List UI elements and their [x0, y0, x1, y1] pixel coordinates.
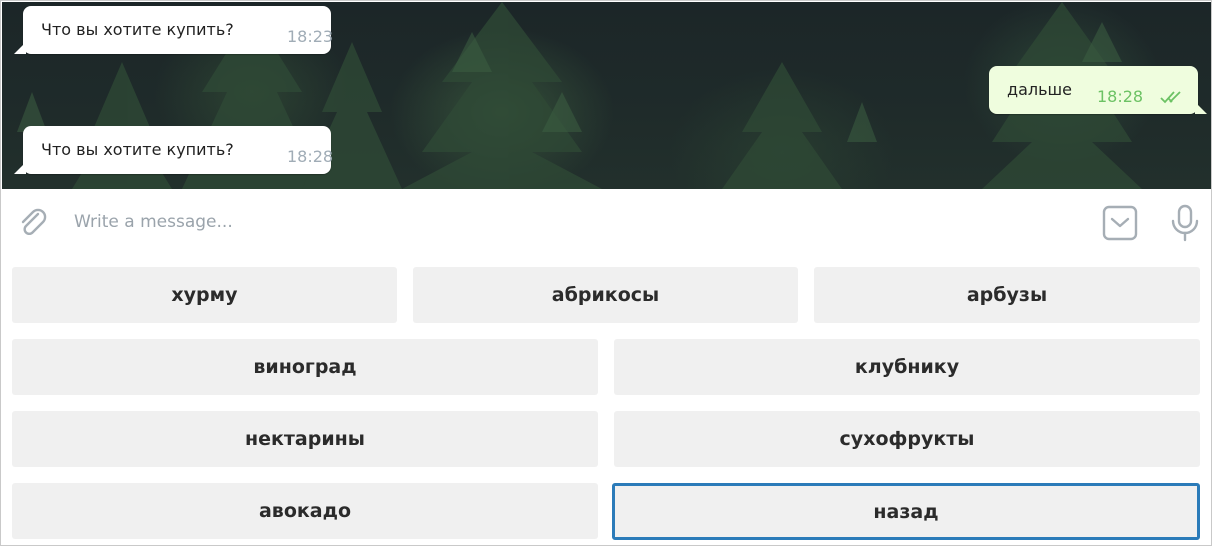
paperclip-icon[interactable] — [16, 206, 50, 240]
message-text: Что вы хотите купить? — [41, 140, 234, 159]
message-time: 18:23 — [287, 27, 334, 46]
keyboard-button[interactable]: сухофрукты — [614, 411, 1200, 467]
message-input[interactable] — [74, 207, 974, 237]
keyboard-button[interactable]: арбузы — [814, 267, 1200, 323]
bot-reply-keyboard: хурму абрикосы арбузы виноград клубнику … — [1, 257, 1211, 545]
message-bubble-outgoing[interactable]: дальше 18:28 — [989, 66, 1207, 114]
message-text: дальше — [1007, 80, 1073, 99]
keyboard-button[interactable]: хурму — [12, 267, 397, 323]
keyboard-button[interactable]: абрикосы — [413, 267, 798, 323]
message-time: 18:28 — [287, 147, 334, 166]
microphone-icon[interactable] — [1168, 203, 1202, 243]
message-time: 18:28 — [1097, 87, 1144, 106]
message-text: Что вы хотите купить? — [41, 20, 234, 39]
keyboard-toggle-icon[interactable] — [1102, 205, 1138, 241]
double-check-icon — [1160, 91, 1181, 104]
message-bubble-incoming[interactable]: Что вы хотите купить? 18:28 — [14, 126, 334, 174]
keyboard-button[interactable]: виноград — [12, 339, 598, 395]
chat-history[interactable]: Что вы хотите купить? 18:23 дальше 18:28… — [2, 2, 1211, 189]
message-bubble-incoming[interactable]: Что вы хотите купить? 18:23 — [14, 6, 334, 54]
telegram-chat-window: Что вы хотите купить? 18:23 дальше 18:28… — [0, 0, 1212, 546]
keyboard-button[interactable]: клубнику — [614, 339, 1200, 395]
keyboard-button[interactable]: нектарины — [12, 411, 598, 467]
keyboard-button[interactable]: авокадо — [12, 483, 598, 539]
message-composer — [2, 189, 1211, 257]
keyboard-button-focused[interactable]: назад — [612, 483, 1200, 540]
